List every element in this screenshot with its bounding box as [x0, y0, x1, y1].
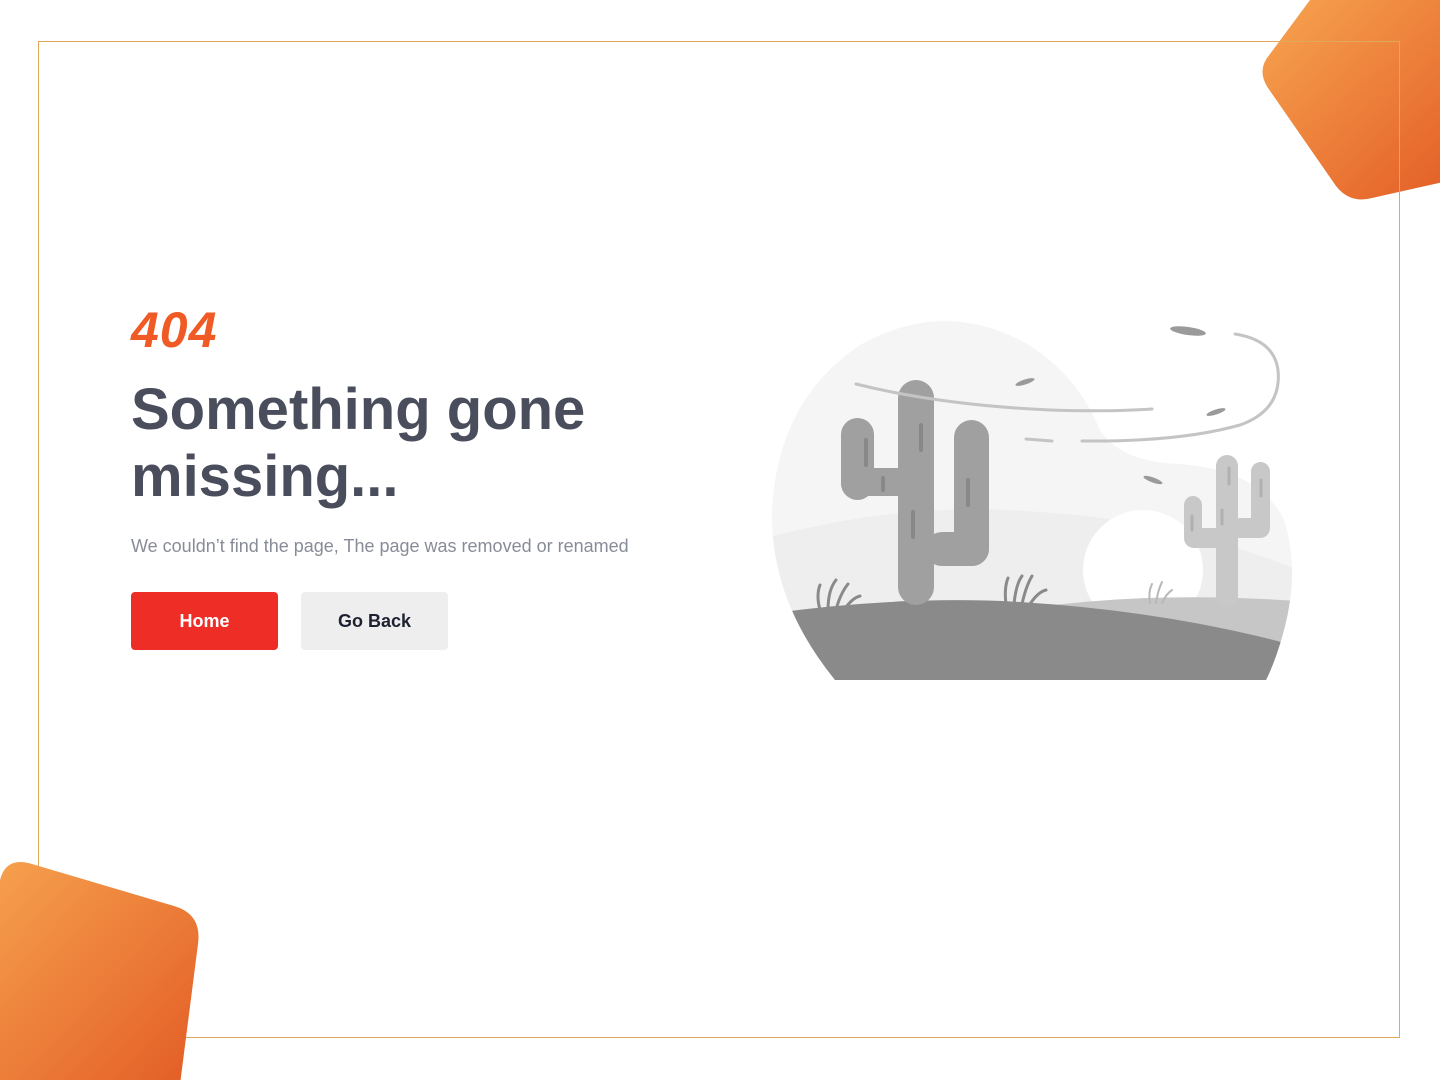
error-code: 404	[131, 302, 218, 358]
desert-cactus-illustration-icon	[771, 321, 1292, 680]
error-content: 404 Something gone missing... We couldn’…	[131, 300, 731, 650]
go-back-button[interactable]: Go Back	[301, 592, 448, 650]
corner-decoration-bottom-left	[0, 862, 199, 1080]
action-buttons: Home Go Back	[131, 592, 731, 650]
home-button[interactable]: Home	[131, 592, 278, 650]
not-found-page: 404 Something gone missing... We couldn’…	[0, 0, 1440, 1080]
page-title: Something gone missing...	[131, 377, 586, 509]
error-message: We couldn’t find the page, The page was …	[131, 536, 629, 556]
